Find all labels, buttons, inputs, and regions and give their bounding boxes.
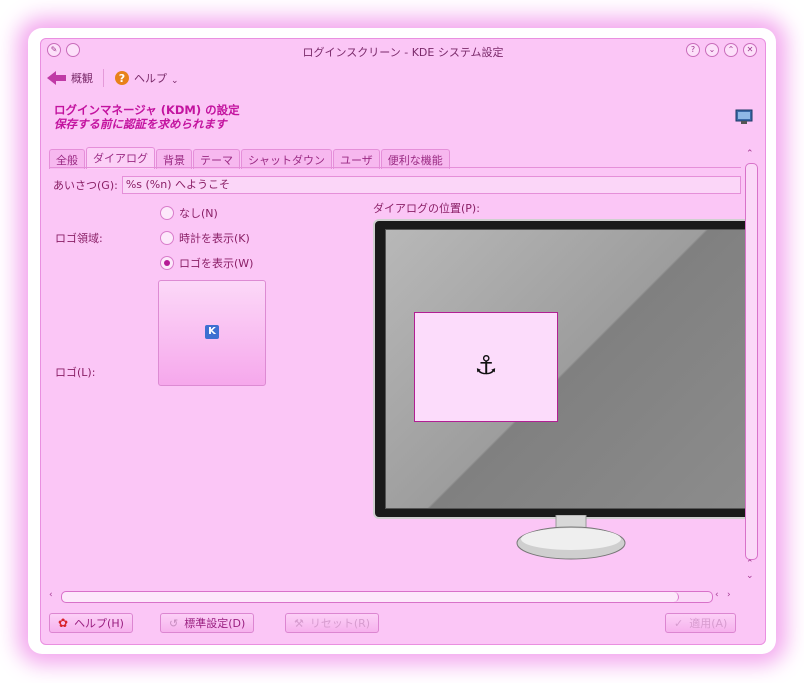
greeting-input[interactable]: %s (%n) へようこそ [121,176,741,194]
radio-clock[interactable]: 時計を表示(K) [160,230,250,246]
monitor-preview: ⚓ [373,219,753,519]
back-arrow-icon [47,71,66,85]
tab-bar: 全般 ダイアログ 背景 テーマ シャットダウン ユーザ 便利な機能 [49,147,451,169]
window-title: ログインスクリーン - KDE システム設定 [302,46,504,59]
scroll-right-icon[interactable]: › [727,590,731,600]
help-button-label: ヘルプ(H) [74,617,124,630]
scroll-left-icon[interactable]: ‹ [49,590,53,600]
minimize-icon[interactable]: ⌄ [705,43,719,57]
vertical-scroll-thumb[interactable] [745,163,758,560]
radio-none[interactable]: なし(N) [160,205,218,221]
monitor-icon [735,109,753,124]
heading-title: ログインマネージャ (KDM) の設定 [54,103,240,117]
svg-text:?: ? [119,72,125,85]
radio-logo-label: ロゴを表示(W) [179,257,254,270]
reset-button-label: リセット(R) [309,617,371,630]
horizontal-scroll-thumb[interactable] [62,592,679,602]
horizontal-scrollbar[interactable]: ‹ ‹ › [49,590,741,604]
heading-subtitle: 保存する前に認証を求められます [54,117,227,131]
toolbar-separator [103,69,104,87]
kde-logo-icon: K [205,325,219,339]
tab-theme[interactable]: テーマ [193,149,240,169]
tab-convenience[interactable]: 便利な機能 [380,149,450,169]
help-menu-label: ヘルプ [134,72,167,85]
tab-general[interactable]: 全般 [49,149,85,169]
toolbar: 概観 ? ヘルプ ⌄ [41,65,765,91]
scroll-left-icon-right[interactable]: ‹ [715,590,719,600]
overview-label: 概観 [71,72,93,85]
monitor-screen: ⚓ [385,229,747,509]
button-bar: ✿ ヘルプ(H) ↺ 標準設定(D) ⚒ リセット(R) ✓ 適用(A) [49,613,757,635]
title-bar[interactable]: ✎ ログインスクリーン - KDE システム設定 ? ⌄ ⌃ ✕ [41,39,765,63]
help-menu-button[interactable]: ? ヘルプ ⌄ [108,70,185,86]
tab-shutdown[interactable]: シャットダウン [241,149,332,169]
logo-label: ロゴ(L): [55,366,96,379]
defaults-button[interactable]: ↺ 標準設定(D) [160,613,255,633]
horizontal-scroll-track[interactable] [61,591,713,603]
defaults-icon: ↺ [169,616,179,630]
scroll-up-icon-bottom[interactable]: ⌃ [746,559,754,569]
reset-button[interactable]: ⚒ リセット(R) [285,613,380,633]
overview-button[interactable]: 概観 [41,70,99,86]
apply-button-label: 適用(A) [689,617,728,630]
radio-none-circle[interactable] [160,206,174,220]
logo-picker-button[interactable]: K [158,280,266,386]
dialog-position-handle[interactable]: ⚓ [414,312,558,422]
radio-clock-label: 時計を表示(K) [179,232,250,245]
close-icon[interactable]: ✕ [743,43,757,57]
monitor-stand [516,515,626,560]
apply-button[interactable]: ✓ 適用(A) [665,613,737,633]
radio-logo-circle[interactable] [160,256,174,270]
radio-logo[interactable]: ロゴを表示(W) [160,255,253,271]
anchor-icon: ⚓ [474,351,498,381]
scroll-down-icon[interactable]: ⌄ [746,571,754,581]
scroll-up-icon[interactable]: ⌃ [746,149,754,159]
page-heading: ログインマネージャ (KDM) の設定 保存する前に認証を求められます [54,103,240,131]
dialog-position-label: ダイアログの位置(P): [373,202,480,215]
radio-none-label: なし(N) [179,207,218,220]
radio-clock-circle[interactable] [160,231,174,245]
help-button[interactable]: ✿ ヘルプ(H) [49,613,133,633]
greeting-row: あいさつ(G): %s (%n) へようこそ [49,176,741,194]
greeting-label: あいさつ(G): [53,179,118,192]
tab-users[interactable]: ユーザ [333,149,380,169]
defaults-button-label: 標準設定(D) [184,617,246,630]
vertical-scrollbar[interactable]: ⌃ ⌃ ⌄ [744,149,758,589]
reset-icon: ⚒ [294,616,304,630]
maximize-icon[interactable]: ⌃ [724,43,738,57]
lifebuoy-icon: ✿ [58,616,69,630]
chevron-down-icon: ⌄ [171,76,179,86]
logo-area-label: ロゴ領域: [55,232,103,245]
help-window-icon[interactable]: ? [686,43,700,57]
apply-icon: ✓ [674,616,684,630]
tab-background[interactable]: 背景 [156,149,192,169]
tab-dialog[interactable]: ダイアログ [86,147,155,169]
help-icon: ? [115,71,129,85]
settings-window: ✎ ログインスクリーン - KDE システム設定 ? ⌄ ⌃ ✕ 概観 ? ヘル… [40,38,766,645]
